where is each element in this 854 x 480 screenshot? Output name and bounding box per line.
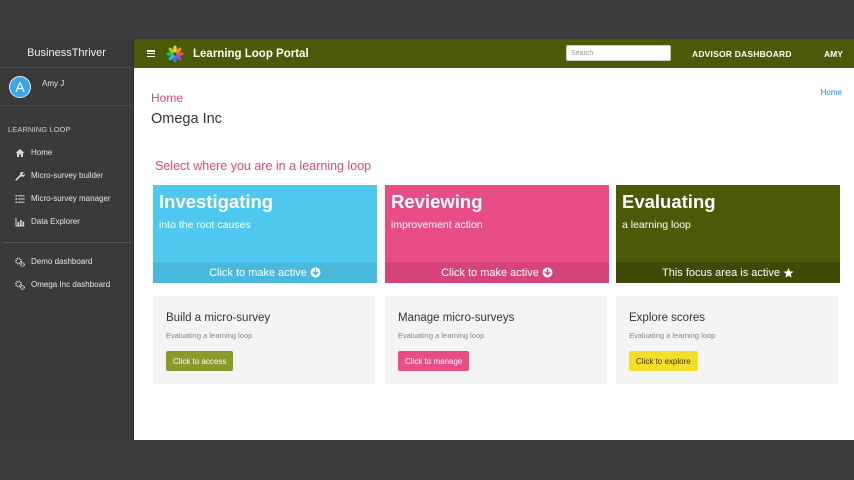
hamburger-menu-icon[interactable] <box>147 50 155 57</box>
advisor-dashboard-link[interactable]: ADVISOR DASHBOARD <box>692 49 792 59</box>
section-label: LEARNING LOOP <box>8 125 71 134</box>
panel-title: Build a micro-survey <box>166 312 271 324</box>
explore-scores-button[interactable]: Click to explore <box>629 351 698 371</box>
brand-name[interactable]: BusinessThriver <box>0 39 133 68</box>
sidebar-divider <box>2 242 131 243</box>
stage-subtitle: into the root causes <box>159 219 251 231</box>
star-icon <box>783 267 794 278</box>
section-prompt: Select where you are in a learning loop <box>155 159 372 173</box>
stage-title: Reviewing <box>391 191 483 212</box>
sidebar-nav: Home Micro-survey builder Micro-survey m… <box>0 134 133 233</box>
manage-surveys-button[interactable]: Click to manage <box>398 351 470 371</box>
make-active-button[interactable]: Click to make active <box>153 262 377 283</box>
sidebar-item-label: Data Explorer <box>31 217 80 226</box>
stage-title: Investigating <box>159 191 274 212</box>
stage-card-reviewing[interactable]: Reviewing improvement action Click to ma… <box>385 185 609 283</box>
make-active-button[interactable]: Click to make active <box>385 262 609 283</box>
sidebar-item-label: Omega Inc dashboard <box>31 280 111 289</box>
user-menu[interactable]: AMY <box>824 49 843 59</box>
stage-footer-label: Click to make active <box>209 266 307 279</box>
stage-footer-label: This focus area is active <box>662 266 780 279</box>
sidebar-item-omega-inc-dashboard[interactable]: Omega Inc dashboard <box>0 273 133 296</box>
dashboard-nav: Demo dashboard Omega Inc dashboard <box>0 250 133 296</box>
sidebar-item-demo-dashboard[interactable]: Demo dashboard <box>0 250 133 273</box>
user-name: Amy J <box>42 79 65 88</box>
gears-icon <box>15 257 25 267</box>
sidebar-item-label: Demo dashboard <box>31 257 93 266</box>
sidebar: BusinessThriver A Amy J LEARNING LOOP Ho… <box>0 39 134 440</box>
page-title: Home <box>151 91 184 105</box>
home-icon <box>15 148 25 158</box>
stage-card-investigating[interactable]: Investigating into the root causes Click… <box>153 185 377 283</box>
gears-icon <box>15 280 25 290</box>
stage-subtitle: a learning loop <box>622 219 691 231</box>
panel-build-micro-survey: Build a micro-survey Evaluating a learni… <box>153 296 375 384</box>
panel-subtitle: Evaluating a learning loop <box>166 331 253 340</box>
arrow-down-circle-icon <box>310 267 321 278</box>
search-input[interactable] <box>566 45 671 61</box>
portal-title[interactable]: Learning Loop Portal <box>193 48 309 60</box>
sidebar-item-label: Micro-survey manager <box>31 194 111 203</box>
sidebar-item-data-explorer[interactable]: Data Explorer <box>0 210 133 233</box>
breadcrumb-home-link[interactable]: Home <box>821 88 842 97</box>
avatar[interactable]: A <box>9 75 31 98</box>
sidebar-item-home[interactable]: Home <box>0 141 133 164</box>
stage-title: Evaluating <box>622 191 716 212</box>
main-content: Learning Loop Portal ADVISOR DASHBOARD A… <box>134 39 854 440</box>
panel-subtitle: Evaluating a learning loop <box>398 331 485 340</box>
stage-card-evaluating[interactable]: Evaluating a learning loop This focus ar… <box>616 185 840 283</box>
panel-title: Explore scores <box>629 312 706 324</box>
sidebar-item-label: Micro-survey builder <box>31 171 104 180</box>
list-icon <box>15 194 25 204</box>
portal-logo[interactable] <box>166 44 184 63</box>
sidebar-item-micro-survey-builder[interactable]: Micro-survey builder <box>0 164 133 187</box>
arrow-down-circle-icon <box>542 267 553 278</box>
app-window: BusinessThriver A Amy J LEARNING LOOP Ho… <box>0 39 854 440</box>
organization-name: Omega Inc <box>151 111 222 127</box>
bar-chart-icon <box>15 217 25 227</box>
wrench-icon <box>15 171 25 181</box>
sidebar-item-label: Home <box>31 148 53 157</box>
top-bar: Learning Loop Portal ADVISOR DASHBOARD A… <box>134 39 854 68</box>
active-status: This focus area is active <box>616 262 840 283</box>
stage-footer-label: Click to make active <box>441 266 539 279</box>
sidebar-item-micro-survey-manager[interactable]: Micro-survey manager <box>0 187 133 210</box>
panel-subtitle: Evaluating a learning loop <box>629 331 716 340</box>
access-builder-button[interactable]: Click to access <box>166 351 234 371</box>
panel-explore-scores: Explore scores Evaluating a learning loo… <box>616 296 838 384</box>
panel-manage-micro-surveys: Manage micro-surveys Evaluating a learni… <box>385 296 607 384</box>
user-panel[interactable]: A Amy J <box>0 68 133 106</box>
stage-subtitle: improvement action <box>391 219 483 231</box>
panel-title: Manage micro-surveys <box>398 312 515 324</box>
